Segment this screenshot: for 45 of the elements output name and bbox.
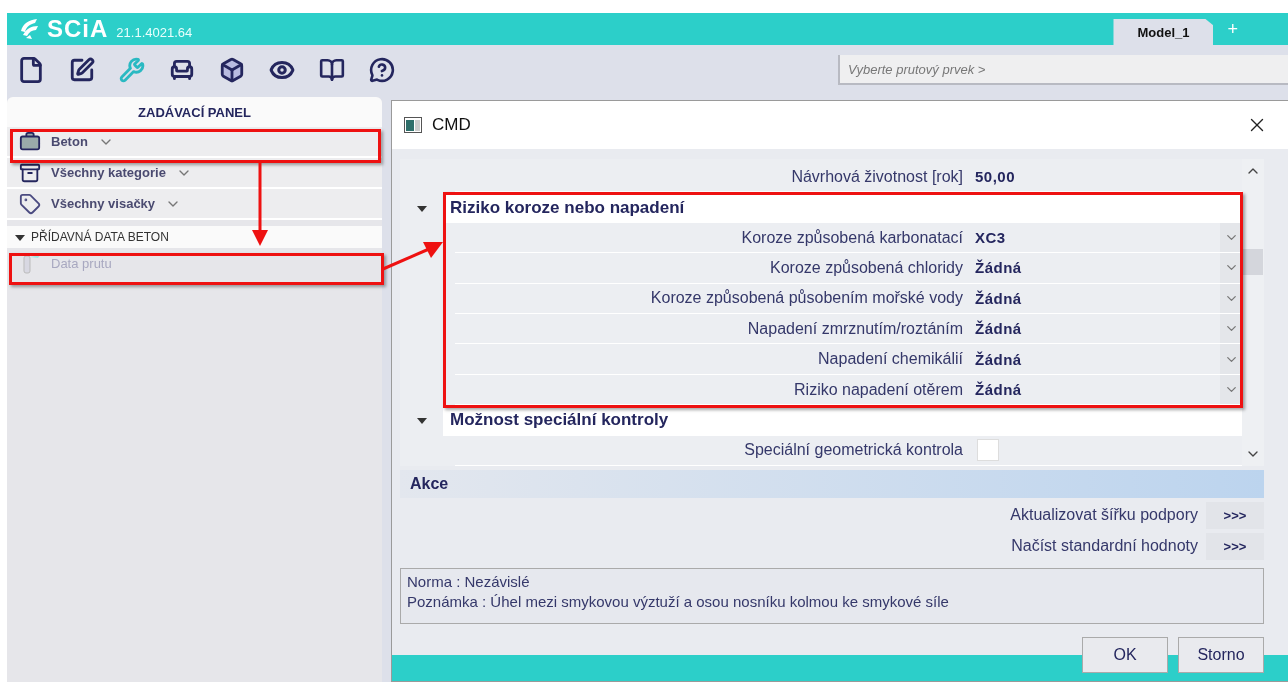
- dropdown-caret[interactable]: [1220, 314, 1242, 345]
- dropdown-caret[interactable]: [1220, 253, 1242, 284]
- version-text: 21.1.4021.64: [116, 25, 193, 40]
- document-icon[interactable]: [17, 56, 45, 84]
- document-tab[interactable]: Model_1: [1113, 19, 1214, 45]
- dialog-button[interactable]: OK: [1082, 637, 1168, 673]
- property-label: Napadení zmrznutím/roztáním: [455, 314, 971, 345]
- property-label: Koroze způsobená působením mořské vody: [455, 283, 971, 315]
- property-label: Koroze způsobená karbonatací: [455, 222, 971, 254]
- category-dropdown[interactable]: Všechny visačky: [7, 189, 382, 220]
- section-title: PŘÍDAVNÁ DATA BETON: [31, 230, 169, 244]
- dropdown-label: Všechny visačky: [51, 196, 156, 211]
- action-button[interactable]: >>>: [1206, 532, 1264, 560]
- book-icon[interactable]: [319, 57, 345, 83]
- property-label: Riziko napadení otěrem: [455, 374, 971, 406]
- actions-header: Akce: [400, 470, 1264, 498]
- action-button[interactable]: >>>: [1206, 501, 1264, 529]
- property-label: Napadení chemikálií: [455, 344, 971, 375]
- window-icon: [404, 117, 422, 133]
- briefcase-icon: [19, 130, 41, 153]
- member-selector-field[interactable]: Vyberte prutový prvek >: [838, 55, 1288, 85]
- property-label: Speciální geometrická kontrola: [455, 435, 971, 467]
- group-toggle[interactable]: [416, 415, 427, 426]
- dropdown-caret[interactable]: [1220, 344, 1242, 375]
- action-label: Aktualizovat šířku podpory: [1010, 506, 1198, 524]
- info-line: Poznámka : Úhel mezi smykovou výztuží a osou nosníku kolmou ke smykové síle: [407, 593, 950, 610]
- help-icon[interactable]: [369, 57, 395, 83]
- cabinet-icon: [19, 161, 41, 184]
- scroll-thumb[interactable]: [1243, 249, 1263, 275]
- dropdown-label: Všechny kategorie: [51, 165, 166, 180]
- property-label: Koroze způsobená chloridy: [455, 253, 971, 284]
- expand-triangle[interactable]: [15, 232, 25, 242]
- annotation-arrow: [383, 240, 443, 272]
- info-line: Norma : Nezávislé: [407, 573, 531, 590]
- tag-icon: [19, 192, 41, 215]
- dropdown-label: Beton: [51, 134, 88, 149]
- property-value: 50,00: [971, 162, 1220, 193]
- dialog-button[interactable]: Storno: [1178, 637, 1264, 673]
- dialog-title: CMD: [432, 115, 471, 135]
- app-logo: SCiA: [47, 15, 109, 43]
- action-label: Načíst standardní hodnoty: [1011, 537, 1198, 555]
- property-label: Návrhová životnost [rok]: [455, 162, 971, 193]
- panel-title: ZADÁVACÍ PANEL: [7, 97, 382, 127]
- edit-icon[interactable]: [69, 57, 95, 83]
- checkbox[interactable]: [977, 439, 999, 462]
